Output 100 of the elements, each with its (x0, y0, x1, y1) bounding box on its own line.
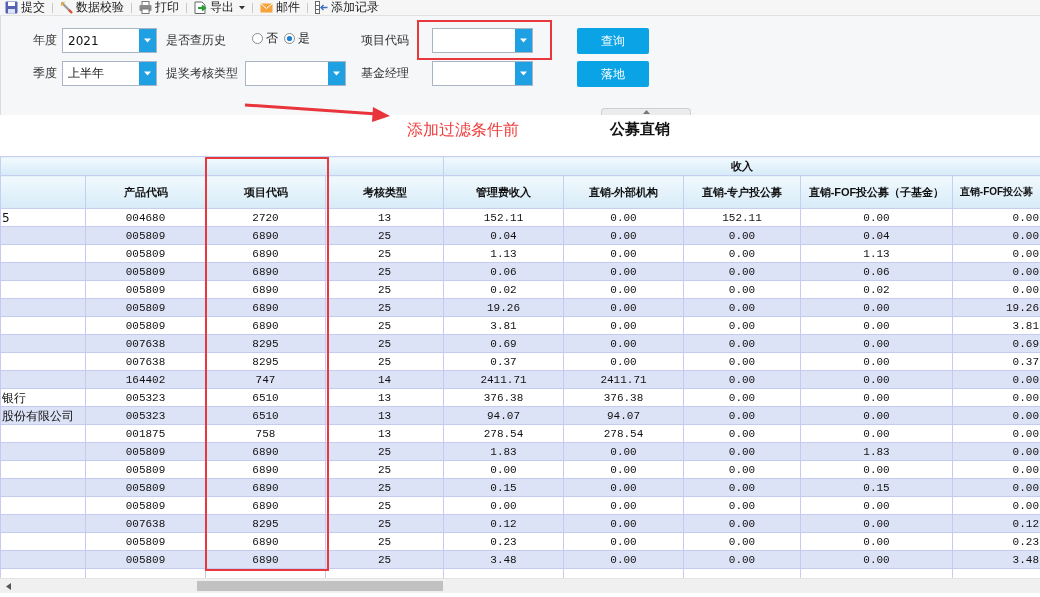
table-cell: 0.00 (800, 388, 953, 407)
table-cell: 0.00 (563, 298, 684, 317)
field-label: 是否查历史 (166, 32, 226, 49)
table-cell: 3.81 (443, 316, 564, 335)
table-cell: 0.00 (683, 280, 801, 299)
up-triangle-icon (642, 110, 650, 114)
table-cell: 25 (325, 262, 444, 281)
table-cell: 6890 (205, 226, 326, 245)
column-header[interactable]: 直销-FOF投公募 (952, 175, 1040, 209)
table-cell: 银行 (0, 388, 86, 407)
table-cell: 25 (325, 496, 444, 515)
table-cell: 0.04 (800, 226, 953, 245)
table-cell: 6890 (205, 460, 326, 479)
table-cell: 6890 (205, 532, 326, 551)
table-cell: 0.00 (683, 442, 801, 461)
table-cell: 0.00 (683, 352, 801, 371)
field-label: 基金经理 (361, 65, 409, 82)
table-cell: 376.38 (443, 388, 564, 407)
mail-button[interactable]: 邮件 (258, 0, 302, 15)
table-cell: 94.07 (563, 406, 684, 425)
table-cell: 0.00 (800, 460, 953, 479)
table-cell: 25 (325, 550, 444, 569)
table-cell: 1.13 (443, 244, 564, 263)
table-cell: 6890 (205, 244, 326, 263)
scrollbar-thumb[interactable] (197, 581, 443, 591)
column-group-header: 收入 (443, 156, 1040, 176)
table-cell: 758 (205, 424, 326, 443)
table-cell: 0.00 (563, 532, 684, 551)
table-cell: 8295 (205, 334, 326, 353)
radio-option[interactable]: 是 (284, 30, 310, 47)
table-cell: 0.23 (443, 532, 564, 551)
column-header[interactable]: 直销-外部机构 (563, 175, 684, 209)
radio-option[interactable]: 否 (252, 30, 278, 47)
table-cell: 0.15 (800, 478, 953, 497)
table-cell: 0.00 (800, 316, 953, 335)
table-cell: 0.69 (443, 334, 564, 353)
table-cell: 0.00 (563, 244, 684, 263)
table-cell: 25 (325, 352, 444, 371)
submit-button[interactable]: 提交 (3, 0, 47, 15)
table-cell: 25 (325, 514, 444, 533)
field-label: 项目代码 (361, 32, 409, 49)
table-cell: 6890 (205, 316, 326, 335)
table-cell: 0.00 (800, 532, 953, 551)
column-header[interactable]: 产品代码 (85, 175, 206, 209)
table-cell: 25 (325, 532, 444, 551)
table-cell: 6890 (205, 496, 326, 515)
column-header[interactable]: 考核类型 (325, 175, 444, 209)
table-cell: 278.54 (443, 424, 564, 443)
table-cell: 股份有限公司 (0, 406, 86, 425)
table-cell: 0.12 (443, 514, 564, 533)
table-cell: 0.00 (563, 442, 684, 461)
field-label: 提奖考核类型 (166, 65, 238, 82)
table-cell: 0.00 (683, 262, 801, 281)
table-cell: 6510 (205, 406, 326, 425)
table-cell: 13 (325, 406, 444, 425)
dropdown-field[interactable]: 上半年 (62, 61, 157, 86)
dropdown-field[interactable] (245, 61, 346, 86)
export-button[interactable]: 导出 (192, 0, 247, 15)
table-cell: 2411.71 (563, 370, 684, 389)
dropdown-field[interactable] (432, 28, 533, 53)
table-cell: 0.00 (683, 406, 801, 425)
table-cell: 6890 (205, 298, 326, 317)
table-cell: 0.00 (683, 496, 801, 515)
field-label: 年度 (33, 32, 57, 49)
table-cell: 0.00 (563, 334, 684, 353)
column-header[interactable]: 项目代码 (205, 175, 326, 209)
validate-button[interactable]: 数据校验 (58, 0, 126, 15)
dropdown-field[interactable]: 2021 (62, 28, 157, 53)
table-cell: 0.00 (683, 298, 801, 317)
table-cell: 6890 (205, 550, 326, 569)
table-cell: 1.83 (443, 442, 564, 461)
table-cell: 1.13 (800, 244, 953, 263)
table-cell: 0.00 (800, 370, 953, 389)
table-cell: 0.00 (563, 550, 684, 569)
table-cell: 8295 (205, 352, 326, 371)
table-cell: 747 (205, 370, 326, 389)
table-cell: 0.00 (443, 496, 564, 515)
table-cell: 13 (325, 388, 444, 407)
table-cell: 0.02 (443, 280, 564, 299)
table-cell: 0.00 (683, 478, 801, 497)
print-button[interactable]: 打印 (137, 0, 181, 15)
table-cell: 0.00 (683, 460, 801, 479)
table-cell: 152.11 (683, 208, 801, 227)
table-cell: 0.00 (563, 460, 684, 479)
left-arrow-icon[interactable] (6, 582, 11, 590)
table-cell: 6890 (205, 280, 326, 299)
table-cell: 0.00 (800, 496, 953, 515)
table-cell: 25 (325, 244, 444, 263)
column-header[interactable]: 管理费收入 (443, 175, 564, 209)
table-cell: 0.00 (563, 514, 684, 533)
table-cell: 0.00 (563, 262, 684, 281)
annotation-note: 添加过滤条件前 (407, 120, 519, 141)
column-header[interactable]: 直销-FOF投公募（子基金） (800, 175, 953, 209)
dropdown-field[interactable] (432, 61, 533, 86)
add-record-button[interactable]: 添加记录 (313, 0, 381, 15)
table-cell: 0.00 (800, 334, 953, 353)
table-cell: 0.00 (683, 334, 801, 353)
column-header[interactable]: 直销-专户投公募 (683, 175, 801, 209)
collapse-handle[interactable] (601, 108, 691, 115)
table-cell: 0.02 (800, 280, 953, 299)
